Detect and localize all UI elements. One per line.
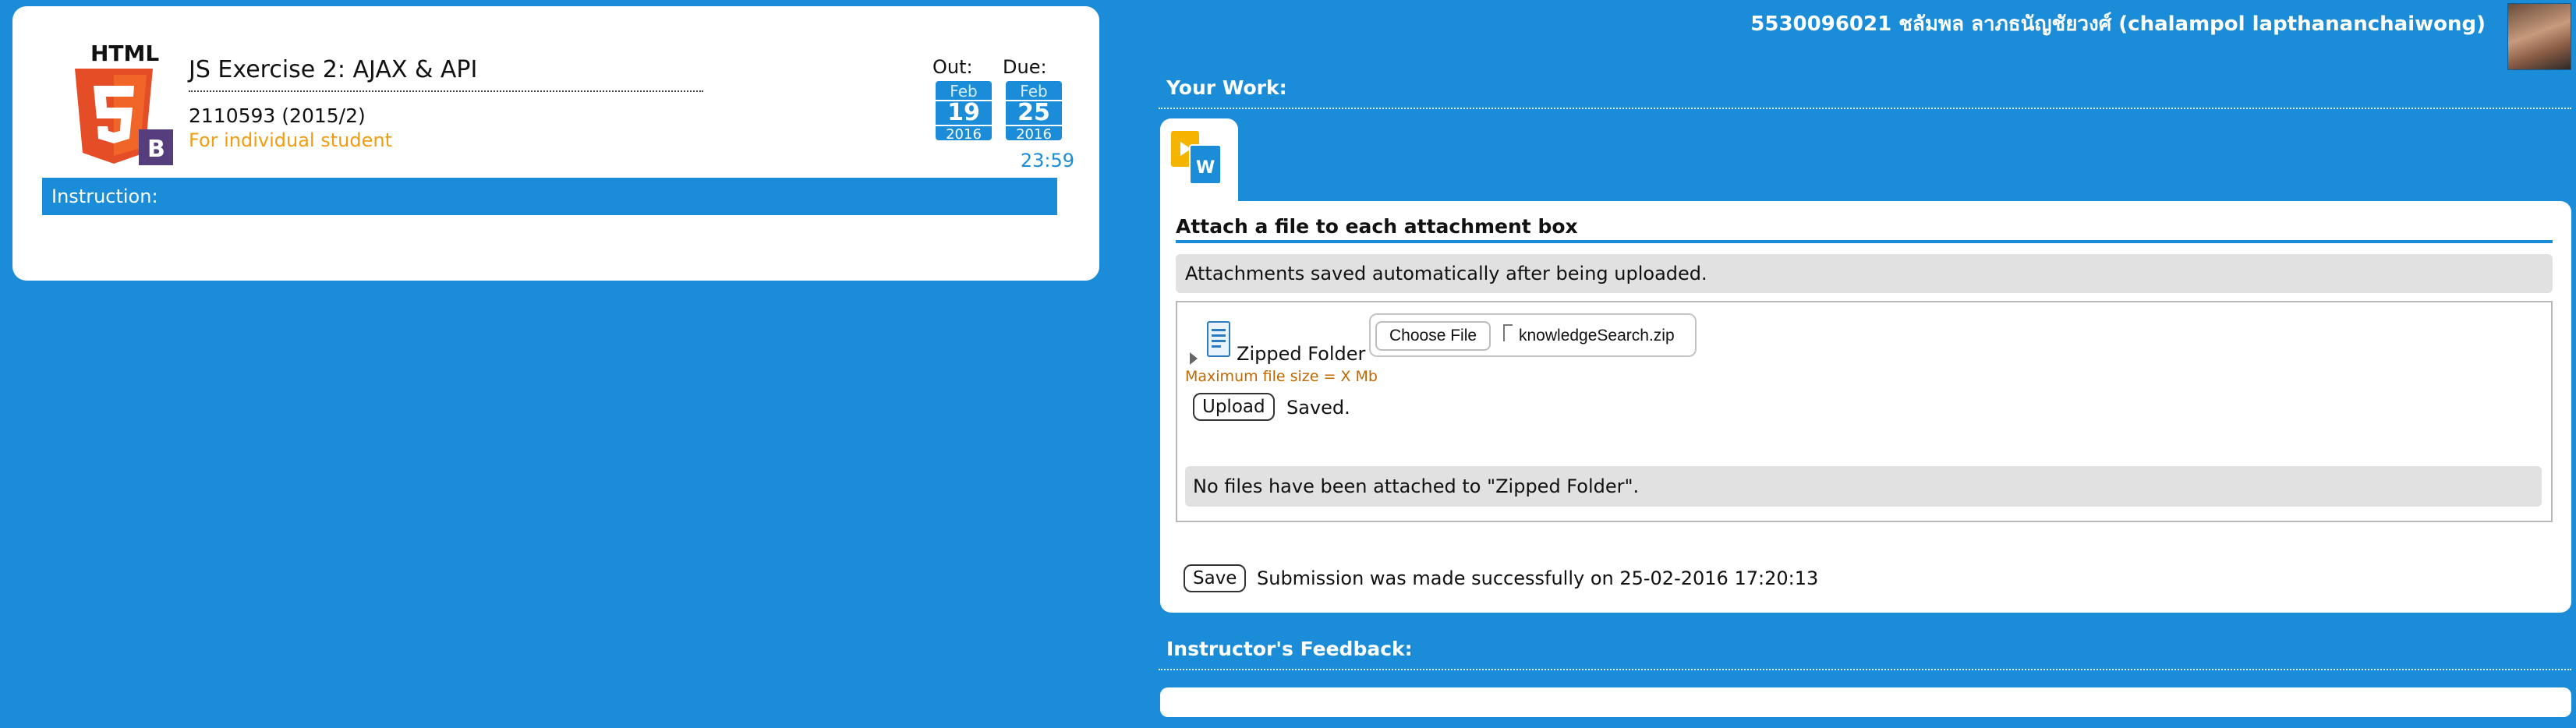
svg-text:HTML: HTML	[90, 41, 159, 66]
svg-text:W: W	[1196, 158, 1215, 178]
due-date-label: Due:	[1003, 56, 1047, 78]
no-files-note: No files have been attached to "Zipped F…	[1185, 466, 2542, 507]
due-year: 2016	[1016, 126, 1052, 143]
out-day: 19	[936, 100, 992, 126]
due-month: Feb	[1020, 82, 1048, 101]
attachments-tab[interactable]: W	[1160, 118, 1238, 204]
feedback-divider	[1159, 669, 2571, 670]
your-work-heading: Your Work:	[1166, 76, 1287, 99]
upload-status: Saved.	[1286, 397, 1350, 419]
file-icon	[1503, 324, 1513, 341]
upload-button[interactable]: Upload	[1193, 393, 1275, 421]
due-date-calendar: Feb 25 2016	[1006, 81, 1062, 143]
auto-save-note: Attachments saved automatically after be…	[1176, 254, 2553, 293]
title-divider	[189, 90, 703, 92]
your-work-panel: Attach a file to each attachment box Att…	[1160, 201, 2571, 613]
attach-title-underline	[1176, 240, 2553, 243]
out-month: Feb	[950, 82, 978, 101]
user-name[interactable]: 5530096021 ชลัมพล ลาภธนัญชัยวงศ์ (chalam…	[1750, 8, 2486, 40]
attach-title: Attach a file to each attachment box	[1176, 215, 1578, 238]
feedback-heading: Instructor's Feedback:	[1166, 638, 1413, 660]
audience-label: For individual student	[189, 129, 392, 151]
instruction-bar: Instruction:	[42, 178, 1057, 215]
due-time: 23:59	[1020, 150, 1074, 171]
assignment-title: JS Exercise 2: AJAX & API	[189, 56, 478, 83]
file-input[interactable]: Choose File knowledgeSearch.zip	[1369, 313, 1697, 357]
document-icon	[1207, 321, 1230, 359]
svg-text:B: B	[147, 136, 165, 163]
out-date-label: Out:	[932, 56, 973, 78]
attachment-box-zipped-folder: Zipped Folder Choose File knowledgeSearc…	[1176, 301, 2553, 522]
choose-file-button[interactable]: Choose File	[1375, 321, 1491, 351]
your-work-divider	[1159, 108, 2571, 109]
max-file-size-note: Maximum file size = X Mb	[1185, 368, 1378, 385]
avatar[interactable]	[2507, 3, 2571, 70]
html5-logo-icon: HTML B	[42, 37, 176, 170]
save-button[interactable]: Save	[1184, 564, 1247, 592]
expand-triangle-icon[interactable]	[1190, 352, 1198, 365]
out-year: 2016	[946, 126, 982, 143]
assignment-card: HTML B JS Exercise 2: AJAX & API 2110593…	[12, 6, 1099, 281]
submission-status: Submission was made successfully on 25-0…	[1257, 567, 1819, 589]
course-code: 2110593 (2015/2)	[189, 104, 366, 127]
out-date-calendar: Feb 19 2016	[936, 81, 992, 143]
zipped-folder-label: Zipped Folder	[1237, 343, 1366, 365]
feedback-box	[1160, 687, 2571, 717]
due-day: 25	[1006, 100, 1062, 126]
selected-file-name: knowledgeSearch.zip	[1519, 327, 1675, 345]
slides-word-files-icon: W	[1171, 131, 1222, 185]
